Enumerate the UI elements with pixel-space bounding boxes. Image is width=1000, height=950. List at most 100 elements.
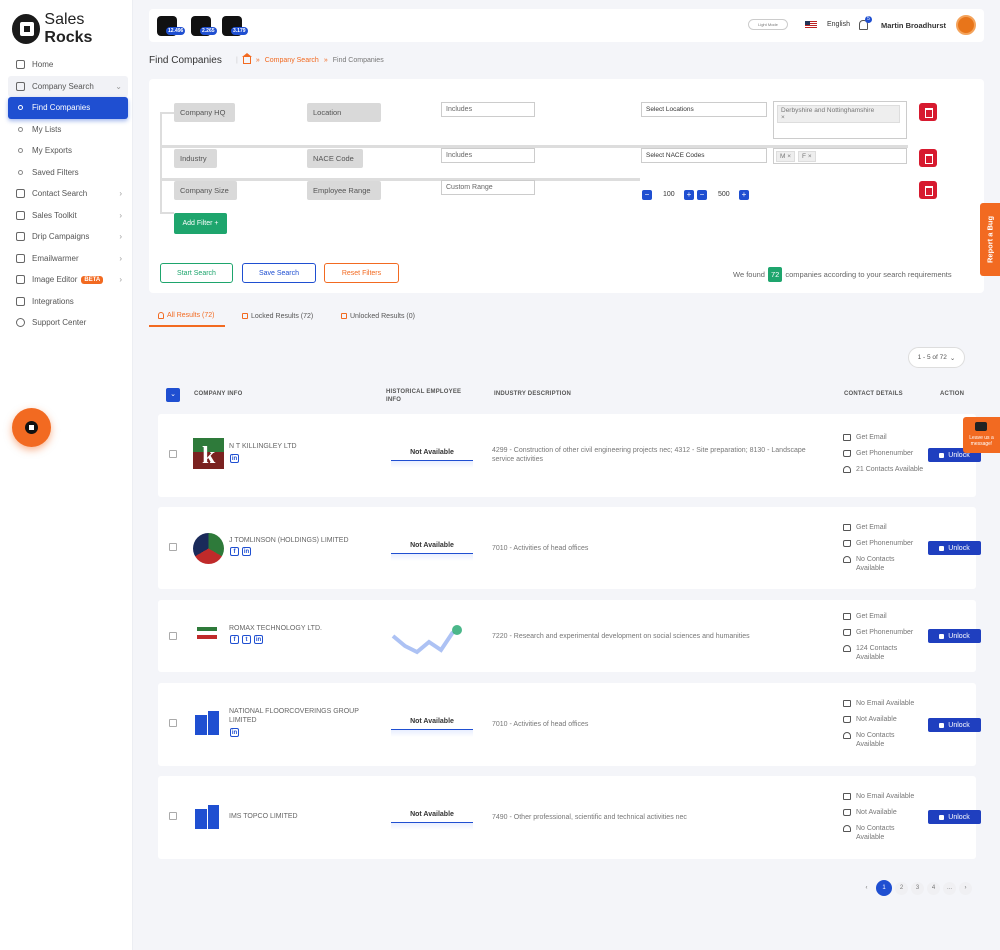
breadcrumb-separator: » bbox=[255, 56, 260, 64]
remove-tag-icon[interactable]: × bbox=[787, 153, 791, 160]
select-all-checkbox[interactable]: ⌄ bbox=[166, 388, 180, 402]
select-nace-dropdown[interactable]: Select NACE Codes bbox=[641, 148, 767, 163]
unlock-button[interactable]: Unlock bbox=[928, 629, 981, 643]
min-increment-button[interactable]: + bbox=[684, 190, 694, 200]
contacts-row: No Contacts Available bbox=[843, 555, 903, 573]
home-icon[interactable] bbox=[241, 53, 252, 64]
filter-field-industry[interactable]: Industry bbox=[174, 149, 217, 168]
prev-page-button[interactable]: ‹ bbox=[860, 882, 873, 895]
sidebar-item-home[interactable]: Home bbox=[8, 54, 128, 76]
row-checkbox[interactable] bbox=[169, 719, 177, 727]
sidebar-item-my-exports[interactable]: My Exports bbox=[8, 140, 128, 162]
select-locations-dropdown[interactable]: Select Locations bbox=[641, 102, 767, 117]
image-icon bbox=[16, 275, 25, 285]
sidebar-item-integrations[interactable]: Integrations bbox=[8, 291, 128, 313]
linkedin-icon[interactable]: in bbox=[242, 547, 251, 556]
us-flag-icon[interactable] bbox=[805, 21, 817, 29]
filter-mode-select[interactable]: Includes bbox=[441, 148, 535, 163]
delete-filter-button[interactable] bbox=[919, 103, 937, 121]
company-name[interactable]: J TOMLINSON (HOLDINGS) LIMITED bbox=[229, 536, 364, 545]
company-name[interactable]: NATIONAL FLOORCOVERINGS GROUP LIMITED bbox=[229, 707, 359, 725]
add-filter-button[interactable]: Add Filter + bbox=[174, 213, 227, 234]
linkedin-icon[interactable]: in bbox=[254, 635, 263, 644]
company-name[interactable]: IMS TOPCO LIMITED bbox=[229, 812, 364, 821]
tab-all-results[interactable]: All Results (72) bbox=[149, 305, 225, 327]
filter-subfield-nace[interactable]: NACE Code bbox=[307, 149, 363, 168]
page-size-select[interactable]: 1 - 5 of 72 ⌄ bbox=[908, 347, 965, 368]
sidebar-item-contact-search[interactable]: Contact Search › bbox=[8, 183, 128, 205]
sidebar-item-emailwarmer[interactable]: Emailwarmer › bbox=[8, 248, 128, 270]
unlock-button[interactable]: Unlock bbox=[928, 718, 981, 732]
reset-filters-button[interactable]: Reset Filters bbox=[324, 263, 399, 283]
credits-contacts-icon[interactable]: 2.265 bbox=[191, 16, 217, 36]
credits-tools-icon[interactable]: 3.179 bbox=[222, 16, 248, 36]
brand-logo[interactable]: Sales Rocks bbox=[12, 11, 132, 47]
mail-icon bbox=[843, 700, 851, 707]
sidebar-item-company-search[interactable]: Company Search ⌄ bbox=[8, 75, 128, 97]
filter-field-company-size[interactable]: Company Size bbox=[174, 181, 237, 200]
tab-locked-results[interactable]: Locked Results (72) bbox=[242, 305, 313, 327]
email-row[interactable]: Get Email bbox=[843, 523, 913, 532]
row-checkbox[interactable] bbox=[169, 632, 177, 640]
report-bug-button[interactable]: Report a Bug bbox=[980, 203, 1000, 276]
min-employees-value[interactable]: 100 bbox=[663, 191, 675, 198]
sidebar-item-drip-campaigns[interactable]: Drip Campaigns › bbox=[8, 226, 128, 248]
page-button[interactable]: 4 bbox=[927, 881, 940, 895]
light-mode-toggle[interactable]: Light Mode bbox=[748, 19, 788, 30]
user-name[interactable]: Martin Broadhurst bbox=[881, 21, 946, 30]
phone-row[interactable]: Get Phonenumber bbox=[843, 539, 913, 548]
sidebar-item-find-companies[interactable]: Find Companies bbox=[8, 97, 128, 119]
start-search-button[interactable]: Start Search bbox=[160, 263, 233, 283]
filter-mode-select[interactable]: Includes bbox=[441, 102, 535, 117]
next-page-button[interactable]: › bbox=[959, 881, 972, 895]
max-increment-button[interactable]: + bbox=[739, 190, 749, 200]
breadcrumb-company-search[interactable]: Company Search bbox=[265, 57, 319, 64]
unlock-button[interactable]: Unlock bbox=[928, 541, 981, 555]
nace-tag-box[interactable]: M × F × bbox=[773, 148, 907, 164]
row-checkbox[interactable] bbox=[169, 450, 177, 458]
max-decrement-button[interactable]: − bbox=[697, 190, 707, 200]
filter-field-company-hq[interactable]: Company HQ bbox=[174, 103, 235, 122]
max-employees-value[interactable]: 500 bbox=[718, 191, 730, 198]
sidebar-item-saved-filters[interactable]: Saved Filters bbox=[8, 162, 128, 184]
locations-tag-box[interactable]: Derbyshire and Nottinghamshire × bbox=[773, 101, 907, 139]
company-name[interactable]: ROMAX TECHNOLOGY LTD. bbox=[229, 624, 364, 633]
unlock-button[interactable]: Unlock bbox=[928, 810, 981, 824]
linkedin-icon[interactable]: in bbox=[230, 454, 239, 463]
filter-subfield-employee-range[interactable]: Employee Range bbox=[307, 181, 381, 200]
building-block bbox=[195, 715, 207, 735]
twitter-icon[interactable]: t bbox=[242, 635, 251, 644]
company-name[interactable]: N T KILLINGLEY LTD bbox=[229, 442, 364, 451]
row-checkbox[interactable] bbox=[169, 543, 177, 551]
mail-icon bbox=[843, 793, 851, 800]
min-decrement-button[interactable]: − bbox=[642, 190, 652, 200]
row-checkbox[interactable] bbox=[169, 812, 177, 820]
facebook-icon[interactable]: f bbox=[230, 635, 239, 644]
page-button[interactable]: 3 bbox=[911, 881, 924, 895]
filter-mode-select[interactable]: Custom Range bbox=[441, 180, 535, 195]
sidebar-item-my-lists[interactable]: My Lists bbox=[8, 119, 128, 141]
sidebar-item-image-editor[interactable]: Image Editor BETA › bbox=[8, 269, 128, 291]
phone-row[interactable]: Get Phonenumber bbox=[843, 628, 913, 637]
email-row[interactable]: Get Email bbox=[843, 433, 923, 442]
sidebar-item-sales-toolkit[interactable]: Sales Toolkit › bbox=[8, 205, 128, 227]
leave-message-button[interactable]: Leave us a message! bbox=[963, 417, 1000, 453]
email-row[interactable]: Get Email bbox=[843, 612, 913, 621]
save-search-button[interactable]: Save Search bbox=[242, 263, 316, 283]
delete-filter-button[interactable] bbox=[919, 149, 937, 167]
tab-unlocked-results[interactable]: Unlocked Results (0) bbox=[341, 305, 415, 327]
remove-tag-icon[interactable]: × bbox=[808, 153, 812, 160]
linkedin-icon[interactable]: in bbox=[230, 728, 239, 737]
credits-company-icon[interactable]: 12.496 bbox=[157, 16, 186, 36]
language-selector[interactable]: English bbox=[827, 21, 850, 28]
page-button[interactable]: 2 bbox=[895, 881, 908, 895]
facebook-icon[interactable]: f bbox=[230, 547, 239, 556]
page-button[interactable]: 1 bbox=[876, 880, 892, 896]
remove-tag-icon[interactable]: × bbox=[781, 114, 785, 121]
assistant-fab-button[interactable] bbox=[12, 408, 51, 447]
delete-filter-button[interactable] bbox=[919, 181, 937, 199]
avatar[interactable] bbox=[956, 15, 976, 35]
sidebar-item-support-center[interactable]: Support Center bbox=[8, 312, 128, 334]
phone-row[interactable]: Get Phonenumber bbox=[843, 449, 923, 458]
filter-subfield-location[interactable]: Location bbox=[307, 103, 381, 122]
